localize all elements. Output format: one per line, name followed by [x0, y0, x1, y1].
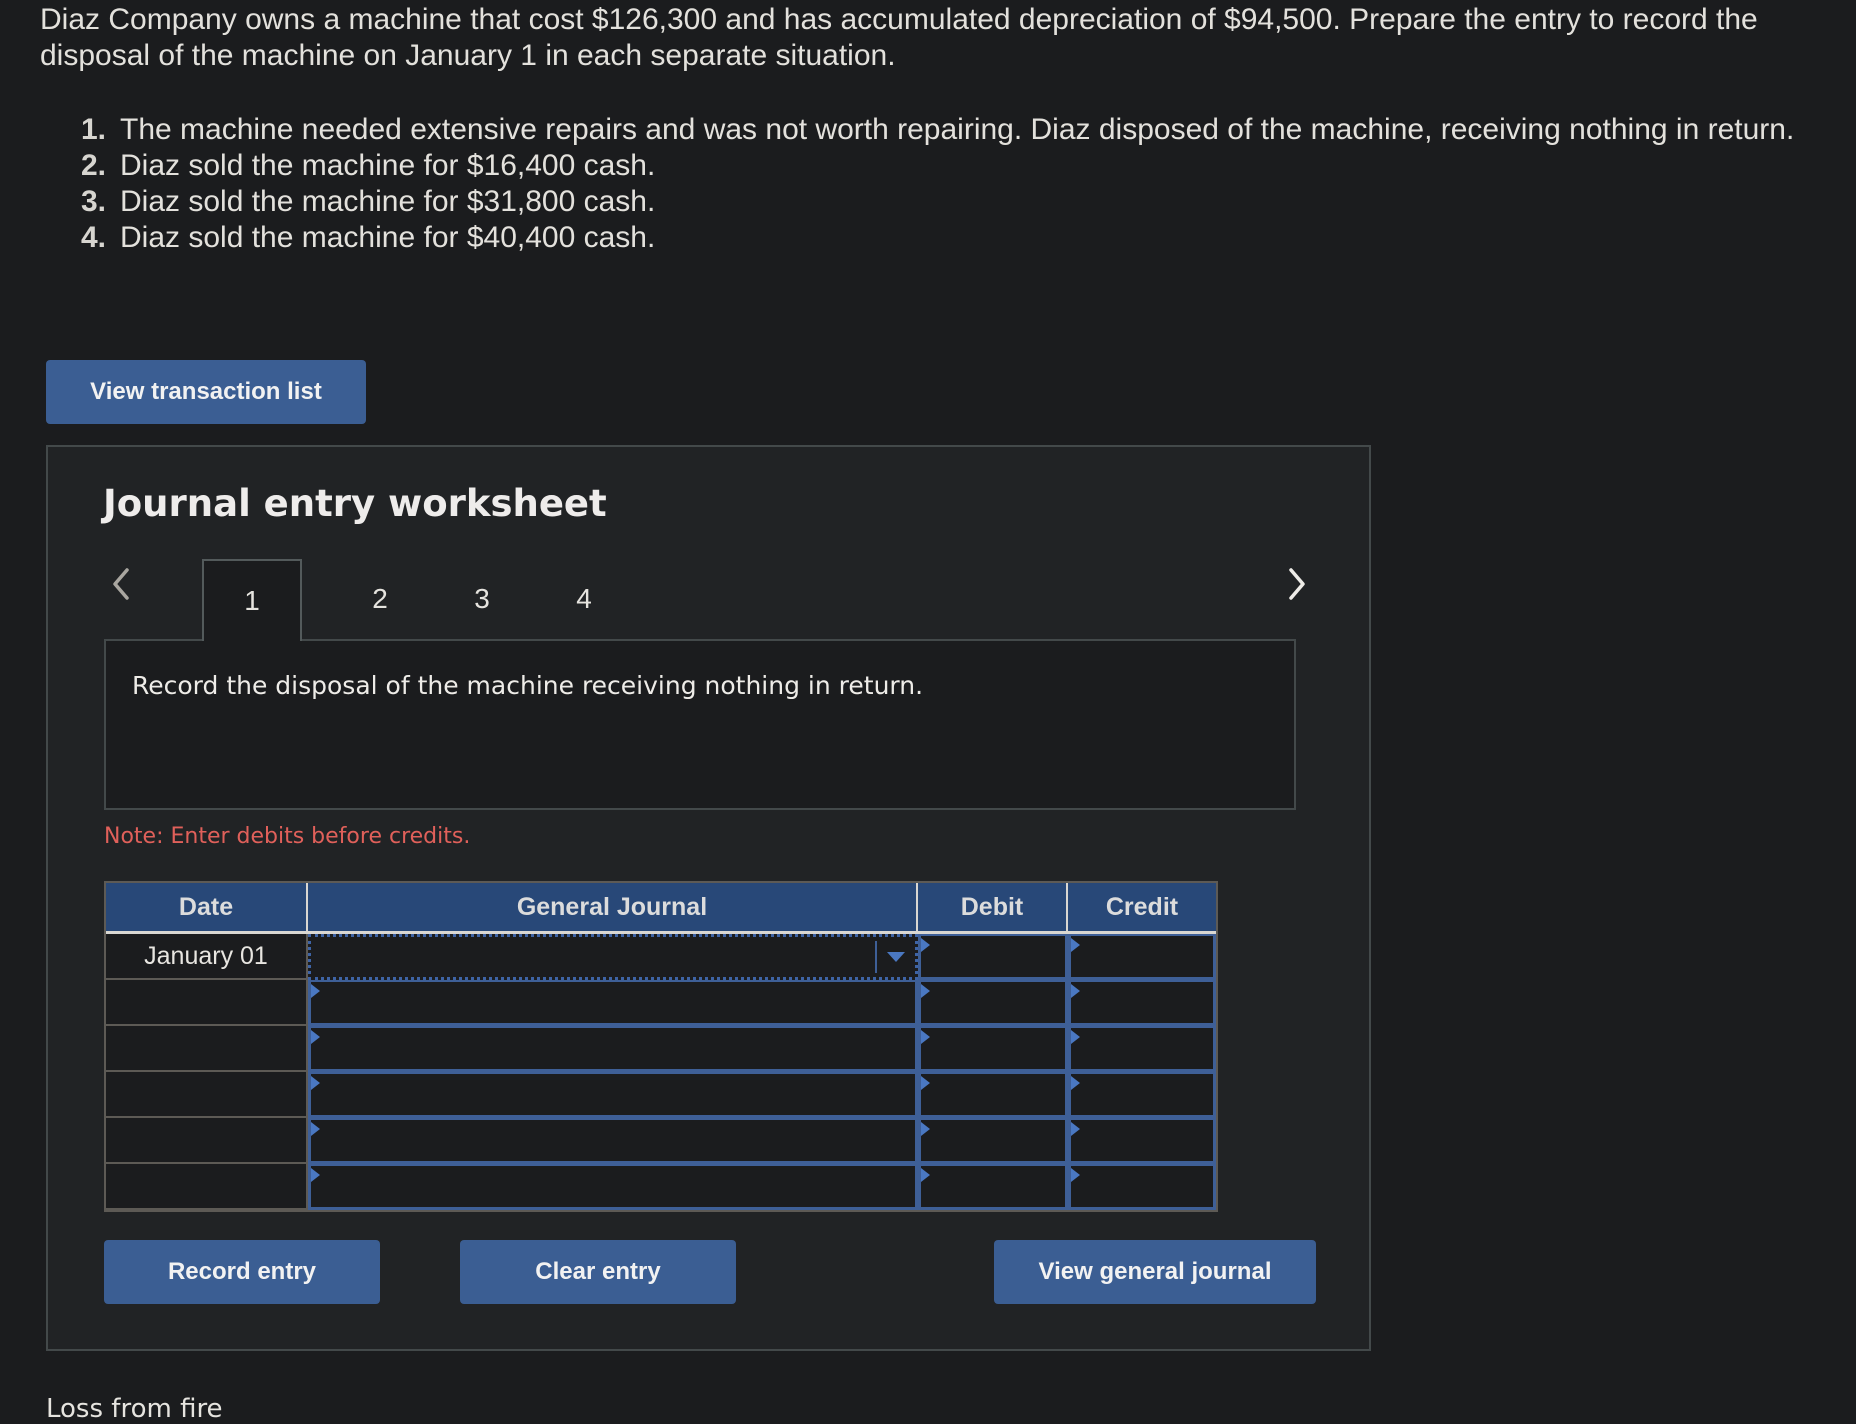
record-entry-button[interactable]: Record entry — [104, 1240, 380, 1304]
date-cell[interactable] — [106, 1026, 308, 1072]
dropdown-separator — [875, 941, 877, 973]
tab-4[interactable]: 4 — [534, 559, 634, 639]
account-input[interactable] — [308, 1164, 918, 1210]
account-input[interactable] — [308, 980, 918, 1026]
header-date: Date — [106, 883, 308, 931]
input-marker-icon — [1071, 1168, 1080, 1182]
input-marker-icon — [311, 1122, 320, 1136]
list-item: 1. The machine needed extensive repairs a… — [80, 113, 1795, 146]
problem-statement: Diaz Company owns a machine that cost $1… — [40, 2, 1830, 74]
chevron-down-icon[interactable] — [887, 952, 905, 962]
debit-input[interactable] — [918, 1026, 1068, 1072]
date-cell[interactable] — [106, 1164, 308, 1210]
header-credit: Credit — [1105, 892, 1179, 921]
date-cell[interactable]: January 01 — [106, 934, 308, 980]
account-select[interactable] — [308, 934, 918, 980]
date-cell[interactable] — [106, 1118, 308, 1164]
situation-list: 1. The machine needed extensive repairs a… — [70, 112, 1830, 256]
tab-3[interactable]: 3 — [432, 559, 532, 639]
debit-input[interactable] — [918, 1118, 1068, 1164]
clear-entry-button[interactable]: Clear entry — [460, 1240, 736, 1304]
table-row: January 01 — [106, 934, 1216, 980]
list-item: 4. Diaz sold the machine for $40,400 cash… — [80, 221, 656, 254]
debit-input[interactable] — [918, 980, 1068, 1026]
input-marker-icon — [311, 984, 320, 998]
problem-intro: Diaz Company owns a machine that cost $1… — [40, 3, 1758, 72]
credit-input[interactable] — [1068, 1072, 1216, 1118]
date-cell[interactable] — [106, 980, 308, 1026]
header-general-journal: General Journal — [308, 883, 918, 931]
table-header: Date General Journal Debit Credit — [106, 883, 1216, 934]
tab-1[interactable]: 1 — [202, 559, 302, 641]
section-label: Loss from fire — [46, 1394, 223, 1424]
input-marker-icon — [921, 1076, 930, 1090]
table-row — [106, 980, 1216, 1026]
account-input[interactable] — [308, 1118, 918, 1164]
input-marker-icon — [1071, 1030, 1080, 1044]
date-cell[interactable] — [106, 1072, 308, 1118]
table-row — [106, 1026, 1216, 1072]
credit-input[interactable] — [1068, 1118, 1216, 1164]
credit-input[interactable] — [1068, 1164, 1216, 1210]
credit-input[interactable] — [1068, 934, 1216, 980]
chevron-right-icon[interactable] — [1282, 566, 1312, 606]
table-row — [106, 1164, 1216, 1210]
input-marker-icon — [311, 1168, 320, 1182]
journal-table: Date General Journal Debit Credit Januar… — [104, 881, 1218, 1212]
instruction-box: Record the disposal of the machine recei… — [104, 639, 1296, 810]
credit-input[interactable] — [1068, 1026, 1216, 1072]
worksheet-title: Journal entry worksheet — [103, 482, 607, 525]
list-item: 3. Diaz sold the machine for $31,800 cash… — [80, 185, 656, 218]
list-item: 2. Diaz sold the machine for $16,400 cash… — [80, 149, 656, 182]
tab-2[interactable]: 2 — [330, 559, 430, 639]
chevron-left-icon[interactable] — [106, 566, 136, 606]
debit-input[interactable] — [918, 1164, 1068, 1210]
input-marker-icon — [921, 1168, 930, 1182]
debit-input[interactable] — [918, 934, 1068, 980]
header-debit: Debit — [918, 883, 1068, 931]
view-transaction-list-button[interactable]: View transaction list — [46, 360, 366, 424]
input-marker-icon — [921, 938, 930, 952]
input-marker-icon — [921, 1122, 930, 1136]
note-text: Note: Enter debits before credits. — [104, 824, 471, 849]
input-marker-icon — [311, 1030, 320, 1044]
input-marker-icon — [1071, 938, 1080, 952]
instruction-text: Record the disposal of the machine recei… — [132, 671, 924, 700]
input-marker-icon — [921, 1030, 930, 1044]
input-marker-icon — [1071, 984, 1080, 998]
input-marker-icon — [921, 984, 930, 998]
table-row — [106, 1072, 1216, 1118]
account-input[interactable] — [308, 1026, 918, 1072]
debit-input[interactable] — [918, 1072, 1068, 1118]
table-row — [106, 1118, 1216, 1164]
account-input[interactable] — [308, 1072, 918, 1118]
input-marker-icon — [311, 1076, 320, 1090]
input-marker-icon — [1071, 1076, 1080, 1090]
credit-input[interactable] — [1068, 980, 1216, 1026]
input-marker-icon — [1071, 1122, 1080, 1136]
view-general-journal-button[interactable]: View general journal — [994, 1240, 1316, 1304]
